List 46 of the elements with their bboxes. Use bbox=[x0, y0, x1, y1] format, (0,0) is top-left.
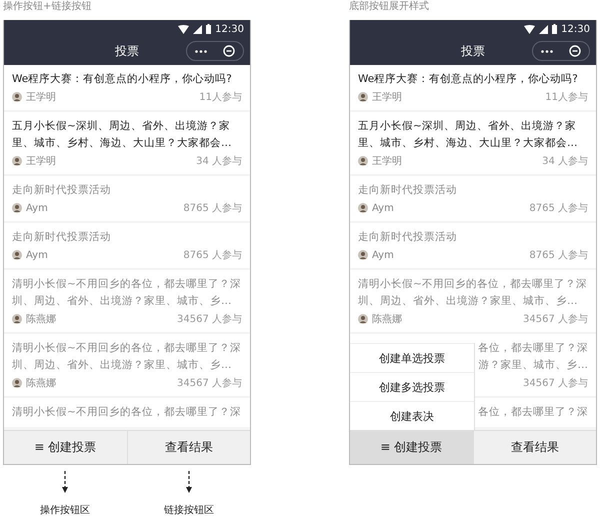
page-title: 投票 bbox=[115, 43, 139, 60]
vote-title: 各位，都去哪里了？深 bbox=[478, 405, 588, 420]
vote-title: 清明小长假~不用回乡的各位，都去哪里了？深圳、周边、省外、出境游？家里、城市、乡… bbox=[12, 277, 242, 309]
participant-count: 11人参与 bbox=[199, 90, 242, 104]
author-name: 王学明 bbox=[372, 91, 402, 104]
vote-title: 五月小长假~深圳、周边、省外、出境游？家里、城市、乡村、海边、大山里？大家都会… bbox=[12, 119, 232, 151]
vote-title: 游？家里、城市、乡… bbox=[478, 358, 588, 373]
author-name: 王学明 bbox=[372, 155, 402, 168]
author-name: Aym bbox=[372, 250, 394, 260]
participant-count: 8765 人参与 bbox=[529, 248, 588, 262]
author-name: 王学明 bbox=[26, 155, 56, 168]
participant-count: 8765 人参与 bbox=[529, 202, 588, 215]
vote-title: 走向新时代投票活动 bbox=[12, 230, 112, 245]
status-time: 12:30 bbox=[561, 24, 590, 34]
author-name: 陈燕娜 bbox=[372, 312, 402, 326]
author-name: Aym bbox=[26, 250, 48, 260]
vote-title: 走向新时代投票活动 bbox=[358, 230, 458, 245]
author-name: 陈燕娜 bbox=[26, 376, 56, 390]
vote-title: 清明小长假~不用回乡的各位，都去哪里了？深圳、周边、省外、出境游？家里、城市、乡… bbox=[12, 341, 242, 373]
page-title: 投票 bbox=[461, 43, 485, 60]
caption: 底部按钮展开样式 bbox=[349, 0, 430, 14]
annotation-label: 链接按钮区 bbox=[164, 504, 214, 517]
participant-count: 8765 人参与 bbox=[183, 202, 242, 215]
participant-count: 34 人参与 bbox=[196, 154, 242, 168]
participant-count: 34567 人参与 bbox=[523, 312, 588, 326]
participant-count: 34567 人参与 bbox=[177, 312, 242, 326]
participant-count: 34567 人参与 bbox=[177, 376, 242, 390]
author-name: 陈燕娜 bbox=[26, 312, 56, 326]
annotation-label: 操作按钮区 bbox=[40, 504, 90, 517]
participant-count: 34 人参与 bbox=[542, 154, 588, 168]
vote-title: 走向新时代投票活动 bbox=[358, 183, 458, 198]
vote-title: 走向新时代投票活动 bbox=[12, 183, 112, 198]
vote-title: 五月小长假~深圳、周边、省外、出境游？家里、城市、乡村、海边、大山里？大家都会… bbox=[358, 119, 578, 151]
vote-title: We程序大赛：有创意点的小程序，你心动吗? bbox=[358, 72, 579, 87]
author-name: Aym bbox=[372, 202, 394, 214]
caption: 操作按钮+链接按钮 bbox=[3, 0, 92, 14]
participant-count: 8765 人参与 bbox=[183, 248, 242, 262]
vote-title: 清明小长假~不用回乡的各位，都去哪里了？深 bbox=[12, 405, 242, 420]
participant-count: 11人参与 bbox=[545, 90, 588, 104]
vote-title: 各位，都去哪里了？深 bbox=[478, 341, 588, 356]
vote-title: 清明小长假~不用回乡的各位，都去哪里了？深圳、周边、省外、出境游？家里、城市、乡… bbox=[358, 277, 588, 309]
author-name: Aym bbox=[26, 202, 48, 214]
author-name: 王学明 bbox=[26, 91, 56, 104]
participant-count: 34567 人参与 bbox=[523, 376, 588, 390]
status-time: 12:30 bbox=[215, 24, 244, 34]
vote-title: We程序大赛：有创意点的小程序，你心动吗? bbox=[12, 72, 233, 87]
